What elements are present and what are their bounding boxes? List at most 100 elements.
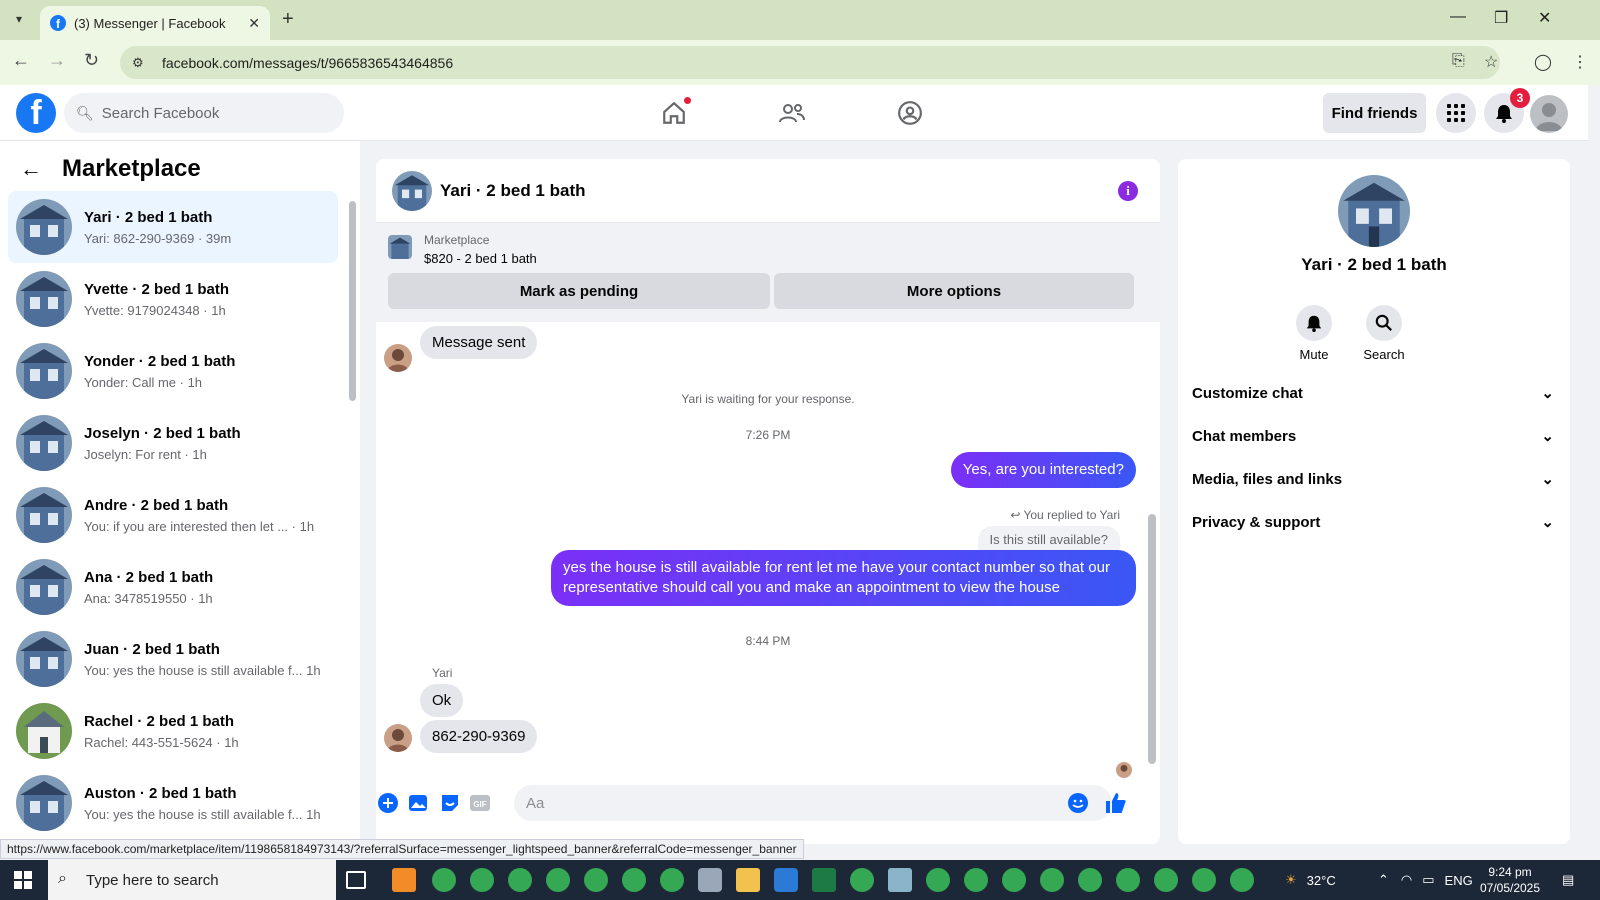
- windows-start-icon[interactable]: [14, 871, 32, 889]
- taskbar-search[interactable]: ⌕ Type here to search: [48, 860, 336, 900]
- reload-button[interactable]: ↻: [84, 50, 99, 71]
- details-avatar[interactable]: [1338, 175, 1410, 247]
- minimize-button[interactable]: —: [1450, 8, 1466, 26]
- conversation-item[interactable]: Auston · 2 bed 1 bath You: yes the house …: [8, 767, 338, 839]
- chevron-down-icon: ⌄: [1541, 471, 1554, 488]
- browser-tab[interactable]: f (3) Messenger | Facebook ✕: [40, 6, 270, 40]
- battery-icon[interactable]: ▭: [1422, 872, 1434, 888]
- address-bar[interactable]: ⚙ facebook.com/messages/t/96658365434648…: [120, 46, 1500, 79]
- new-tab-button[interactable]: +: [282, 8, 294, 31]
- chat-members-row[interactable]: Chat members ⌄: [1192, 416, 1554, 456]
- customize-chat-row[interactable]: Customize chat ⌄: [1192, 373, 1554, 413]
- chrome-icon[interactable]: [1078, 868, 1102, 892]
- gif-icon[interactable]: GIF: [468, 791, 492, 815]
- chevron-down-icon: ⌄: [1541, 514, 1554, 531]
- chrome-icon[interactable]: [546, 868, 570, 892]
- file-explorer-icon[interactable]: [736, 868, 760, 892]
- chat-title[interactable]: Yari · 2 bed 1 bath: [440, 181, 586, 201]
- home-icon[interactable]: [658, 97, 691, 129]
- chrome-icon[interactable]: [432, 868, 456, 892]
- conversation-name: Andre · 2 bed 1 bath: [84, 496, 229, 514]
- weather-widget[interactable]: ☀ 32°C: [1285, 860, 1336, 900]
- tray-icons[interactable]: ⌃ ◠ ▭ ENG: [1378, 860, 1473, 900]
- notification-center-icon[interactable]: ▤: [1562, 860, 1574, 900]
- chrome-icon[interactable]: [508, 868, 532, 892]
- chrome-icon[interactable]: [1116, 868, 1140, 892]
- chrome-icon[interactable]: [1154, 868, 1178, 892]
- forward-button[interactable]: →: [48, 50, 66, 71]
- chrome-icon[interactable]: [660, 868, 684, 892]
- restore-button[interactable]: ❐: [1494, 8, 1508, 28]
- mute-button[interactable]: Mute: [1284, 305, 1344, 362]
- like-icon[interactable]: [1104, 791, 1128, 815]
- conversation-item[interactable]: Rachel · 2 bed 1 bath Rachel: 443-551-562…: [8, 695, 338, 767]
- sidebar-scrollbar[interactable]: [349, 201, 356, 401]
- excel-icon[interactable]: [812, 868, 836, 892]
- notifications-button[interactable]: 3: [1484, 88, 1530, 133]
- emoji-icon[interactable]: [1066, 791, 1090, 815]
- copilot-icon[interactable]: [774, 868, 798, 892]
- photo-icon[interactable]: [406, 791, 430, 815]
- chevron-up-icon[interactable]: ⌃: [1378, 872, 1389, 888]
- back-arrow-icon[interactable]: ←: [20, 156, 42, 182]
- close-window-button[interactable]: ✕: [1538, 8, 1551, 28]
- chrome-icon[interactable]: [584, 868, 608, 892]
- info-icon[interactable]: i: [1118, 181, 1138, 201]
- chrome-icon[interactable]: [1192, 868, 1216, 892]
- conversation-sidebar: ← Marketplace Yari · 2 bed 1 bath Yari: 8…: [0, 141, 360, 841]
- conversation-item[interactable]: Yonder · 2 bed 1 bath Yonder: Call me · 1…: [8, 335, 338, 407]
- vlc-icon[interactable]: [392, 868, 416, 892]
- conversation-item[interactable]: Juan · 2 bed 1 bath You: yes the house is…: [8, 623, 338, 695]
- chrome-icon[interactable]: [926, 868, 950, 892]
- chat-avatar[interactable]: [392, 170, 432, 211]
- search-icon: ⌕: [58, 870, 67, 887]
- install-app-icon[interactable]: ⎘: [1452, 52, 1465, 70]
- chrome-icon[interactable]: [470, 868, 494, 892]
- message-input[interactable]: Aa: [514, 785, 1112, 821]
- listing-thumbnail[interactable]: [388, 235, 412, 259]
- more-options-button[interactable]: More options: [774, 273, 1134, 309]
- conversation-item[interactable]: Yari · 2 bed 1 bath Yari: 862-290-9369 · …: [8, 191, 338, 263]
- chrome-icon[interactable]: [1040, 868, 1064, 892]
- chevron-down-icon: ⌄: [1541, 428, 1554, 445]
- chat-scrollbar[interactable]: [1148, 514, 1156, 764]
- privacy-support-row[interactable]: Privacy & support ⌄: [1192, 502, 1554, 542]
- conversation-item[interactable]: Yvette · 2 bed 1 bath Yvette: 9179024348 …: [8, 263, 338, 335]
- details-name: Yari · 2 bed 1 bath: [1301, 255, 1447, 274]
- conversation-item[interactable]: Ana · 2 bed 1 bath Ana: 3478519550 · 1h: [8, 551, 338, 623]
- sender-name: Yari: [432, 666, 453, 680]
- back-button[interactable]: ←: [12, 50, 30, 71]
- message-placeholder: Aa: [526, 794, 545, 812]
- conversation-item[interactable]: Andre · 2 bed 1 bath You: if you are inte…: [8, 479, 338, 551]
- close-tab-icon[interactable]: ✕: [248, 15, 260, 32]
- media-files-links-row[interactable]: Media, files and links ⌄: [1192, 459, 1554, 499]
- groups-icon[interactable]: [894, 97, 926, 129]
- search-chat-button[interactable]: Search: [1354, 305, 1414, 362]
- app-icon[interactable]: [888, 868, 912, 892]
- bookmark-star-icon[interactable]: ☆: [1484, 52, 1498, 72]
- chrome-icon[interactable]: [964, 868, 988, 892]
- chrome-icon[interactable]: [622, 868, 646, 892]
- chrome-icon[interactable]: [1002, 868, 1026, 892]
- find-friends-button[interactable]: Find friends: [1323, 93, 1426, 133]
- chrome-icon[interactable]: [1230, 868, 1254, 892]
- task-view-icon[interactable]: [346, 871, 366, 889]
- plus-icon[interactable]: [376, 791, 400, 815]
- account-avatar[interactable]: [1530, 95, 1568, 133]
- conversation-item[interactable]: Joselyn · 2 bed 1 bath Joselyn: For rent …: [8, 407, 338, 479]
- menu-grid-button[interactable]: [1436, 93, 1476, 133]
- friends-icon[interactable]: [776, 97, 808, 129]
- profile-icon[interactable]: ◯: [1534, 52, 1552, 72]
- chrome-icon[interactable]: [850, 868, 874, 892]
- search-input[interactable]: 🔍︎ Search Facebook: [64, 93, 344, 133]
- listing-price[interactable]: $820 - 2 bed 1 bath: [424, 251, 537, 266]
- paint-icon[interactable]: [698, 868, 722, 892]
- chrome-menu-icon[interactable]: ⋮: [1572, 52, 1588, 72]
- clock[interactable]: 9:24 pm 07/05/2025: [1465, 864, 1555, 896]
- sticker-icon[interactable]: [438, 791, 462, 815]
- tab-search-button[interactable]: ▾: [8, 8, 30, 30]
- facebook-logo[interactable]: f: [16, 93, 56, 133]
- wifi-icon[interactable]: ◠: [1401, 872, 1412, 888]
- site-info-icon[interactable]: ⚙: [132, 55, 148, 71]
- mark-as-pending-button[interactable]: Mark as pending: [388, 273, 770, 309]
